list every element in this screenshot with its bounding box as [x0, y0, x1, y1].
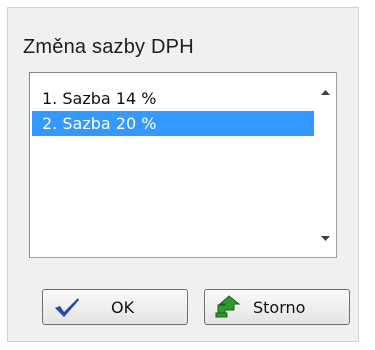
scroll-down-button[interactable] — [315, 230, 335, 250]
list-item-rate-20[interactable]: 2. Sazba 20 % — [32, 111, 314, 136]
triangle-up-icon — [320, 90, 330, 95]
listbox-items: 1. Sazba 14 % 2. Sazba 20 % — [32, 86, 314, 136]
storno-button-label: Storno — [253, 297, 306, 317]
list-item-rate-14[interactable]: 1. Sazba 14 % — [32, 86, 314, 111]
dialog-title: Změna sazby DPH — [23, 36, 194, 58]
scroll-up-button[interactable] — [315, 84, 335, 104]
vat-rate-dialog: Změna sazby DPH 1. Sazba 14 % 2. Sazba 2… — [7, 7, 359, 342]
ok-button[interactable]: OK — [42, 289, 188, 325]
undo-arrow-icon — [215, 295, 241, 319]
storno-button[interactable]: Storno — [204, 289, 350, 325]
checkmark-icon — [53, 296, 81, 318]
triangle-down-icon — [320, 236, 330, 241]
listbox-scrollbar[interactable] — [315, 74, 335, 256]
vat-rate-listbox[interactable]: 1. Sazba 14 % 2. Sazba 20 % — [29, 72, 337, 258]
ok-button-label: OK — [111, 297, 135, 317]
